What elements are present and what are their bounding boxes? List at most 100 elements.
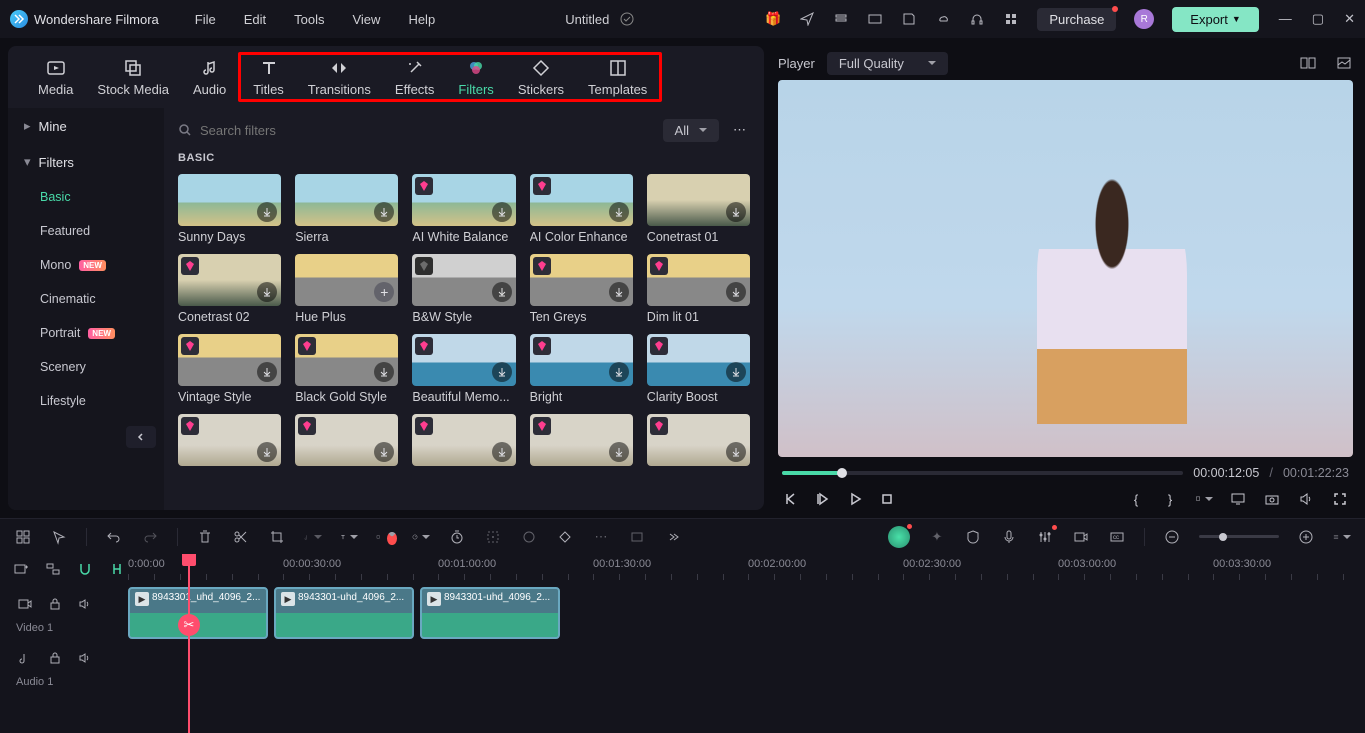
- track-area[interactable]: 0:00:0000:00:30:0000:01:00:0000:01:30:00…: [128, 554, 1365, 733]
- filter-card[interactable]: Conetrast 01: [647, 174, 750, 244]
- tab-stickers[interactable]: Stickers: [506, 57, 576, 97]
- tab-templates[interactable]: Templates: [576, 57, 659, 97]
- tab-media[interactable]: Media: [26, 57, 85, 97]
- snapshot-icon[interactable]: [1263, 490, 1281, 508]
- audio-track-icon[interactable]: [16, 649, 34, 667]
- mark-out-icon[interactable]: }: [1161, 490, 1179, 508]
- tracking-icon[interactable]: [484, 528, 502, 546]
- scissors-icon[interactable]: ✂: [178, 614, 200, 636]
- download-icon[interactable]: [374, 202, 394, 222]
- download-icon[interactable]: [726, 362, 746, 382]
- caption-icon[interactable]: cc: [1108, 528, 1126, 546]
- filter-card[interactable]: Bright: [530, 334, 633, 404]
- crop-icon[interactable]: [268, 528, 286, 546]
- menu-edit[interactable]: Edit: [244, 12, 266, 27]
- minimize-button[interactable]: —: [1279, 11, 1292, 27]
- menu-file[interactable]: File: [195, 12, 216, 27]
- progress-bar[interactable]: [782, 471, 1183, 475]
- tab-filters[interactable]: Filters: [446, 57, 505, 97]
- cursor-tool-icon[interactable]: [50, 528, 68, 546]
- mark-in-icon[interactable]: {: [1127, 490, 1145, 508]
- more-options-icon[interactable]: ⋯: [729, 118, 750, 142]
- sidebar-featured[interactable]: Featured: [8, 214, 164, 248]
- tab-audio[interactable]: Audio: [181, 57, 238, 97]
- download-icon[interactable]: [726, 282, 746, 302]
- filter-card[interactable]: Sierra: [295, 174, 398, 244]
- filter-all-dropdown[interactable]: All: [663, 119, 719, 142]
- collapse-sidebar-button[interactable]: [126, 426, 156, 448]
- zoom-slider[interactable]: [1199, 535, 1279, 538]
- time-ruler[interactable]: 0:00:0000:00:30:0000:01:00:0000:01:30:00…: [128, 554, 1365, 584]
- speed-icon[interactable]: [412, 528, 430, 546]
- download-icon[interactable]: [257, 442, 277, 462]
- download-icon[interactable]: [374, 362, 394, 382]
- mixer-icon[interactable]: [1036, 528, 1054, 546]
- screen-icon[interactable]: [867, 11, 883, 27]
- menu-help[interactable]: Help: [408, 12, 435, 27]
- sidebar-lifestyle[interactable]: Lifestyle: [8, 384, 164, 418]
- tab-transitions[interactable]: Transitions: [296, 57, 383, 97]
- image-view-icon[interactable]: [1335, 54, 1353, 72]
- volume-icon[interactable]: [1297, 490, 1315, 508]
- send-icon[interactable]: [799, 11, 815, 27]
- tab-stock-media[interactable]: Stock Media: [85, 57, 181, 97]
- play-pause-icon[interactable]: [814, 490, 832, 508]
- filter-card[interactable]: Black Gold Style: [295, 334, 398, 404]
- stop-icon[interactable]: [878, 490, 896, 508]
- filter-card[interactable]: Clarity Boost: [647, 334, 750, 404]
- save-icon[interactable]: [901, 11, 917, 27]
- download-icon[interactable]: [492, 362, 512, 382]
- tab-titles[interactable]: Titles: [241, 57, 296, 97]
- search-input[interactable]: [200, 123, 653, 138]
- download-icon[interactable]: [374, 442, 394, 462]
- filter-card[interactable]: Vintage Style: [178, 334, 281, 404]
- mute-audio-icon[interactable]: [76, 649, 94, 667]
- play-icon[interactable]: [846, 490, 864, 508]
- zoom-in-icon[interactable]: [1297, 528, 1315, 546]
- redo-icon[interactable]: [141, 528, 159, 546]
- filter-card[interactable]: AI White Balance: [412, 174, 515, 244]
- gift-icon[interactable]: 🎁: [765, 11, 781, 27]
- audio-track[interactable]: [128, 642, 1365, 682]
- overflow-icon[interactable]: [664, 528, 682, 546]
- split-icon[interactable]: [232, 528, 250, 546]
- add-icon[interactable]: +: [374, 282, 394, 302]
- shield-icon[interactable]: [964, 528, 982, 546]
- filter-card[interactable]: +Hue Plus: [295, 254, 398, 324]
- download-icon[interactable]: [726, 202, 746, 222]
- record-icon[interactable]: [1072, 528, 1090, 546]
- video-track[interactable]: ▶8943301_uhd_4096_2...▶8943301-uhd_4096_…: [128, 584, 1365, 642]
- ai-tools-icon[interactable]: [888, 526, 910, 548]
- video-track-icon[interactable]: [16, 595, 34, 613]
- menu-view[interactable]: View: [352, 12, 380, 27]
- delete-icon[interactable]: [196, 528, 214, 546]
- apps-icon[interactable]: [1003, 11, 1019, 27]
- enhance-icon[interactable]: ✦: [928, 528, 946, 546]
- filter-card[interactable]: [178, 414, 281, 470]
- display-icon[interactable]: [1229, 490, 1247, 508]
- download-icon[interactable]: [492, 282, 512, 302]
- magnet-icon[interactable]: [76, 560, 94, 578]
- quality-dropdown[interactable]: Full Quality: [827, 52, 948, 75]
- filter-card[interactable]: B&W Style: [412, 254, 515, 324]
- video-clip[interactable]: ▶8943301-uhd_4096_2...: [274, 587, 414, 639]
- mute-track-icon[interactable]: [76, 595, 94, 613]
- filter-card[interactable]: Ten Greys: [530, 254, 633, 324]
- track-size-icon[interactable]: [1333, 528, 1351, 546]
- marker-dropdown-icon[interactable]: [1195, 490, 1213, 508]
- download-icon[interactable]: [609, 202, 629, 222]
- filter-card[interactable]: [412, 414, 515, 470]
- filter-card[interactable]: [295, 414, 398, 470]
- user-avatar[interactable]: R: [1134, 9, 1154, 29]
- sidebar-portrait[interactable]: PortraitNEW: [8, 316, 164, 350]
- download-icon[interactable]: [257, 202, 277, 222]
- document-title[interactable]: Untitled: [565, 12, 609, 27]
- queue-icon[interactable]: [833, 11, 849, 27]
- download-icon[interactable]: [609, 442, 629, 462]
- playhead[interactable]: ✂: [188, 554, 190, 733]
- sidebar-basic[interactable]: Basic: [8, 180, 164, 214]
- maximize-button[interactable]: ▢: [1312, 11, 1324, 27]
- lock-audio-icon[interactable]: [46, 649, 64, 667]
- add-track-icon[interactable]: [12, 560, 30, 578]
- duration-icon[interactable]: [448, 528, 466, 546]
